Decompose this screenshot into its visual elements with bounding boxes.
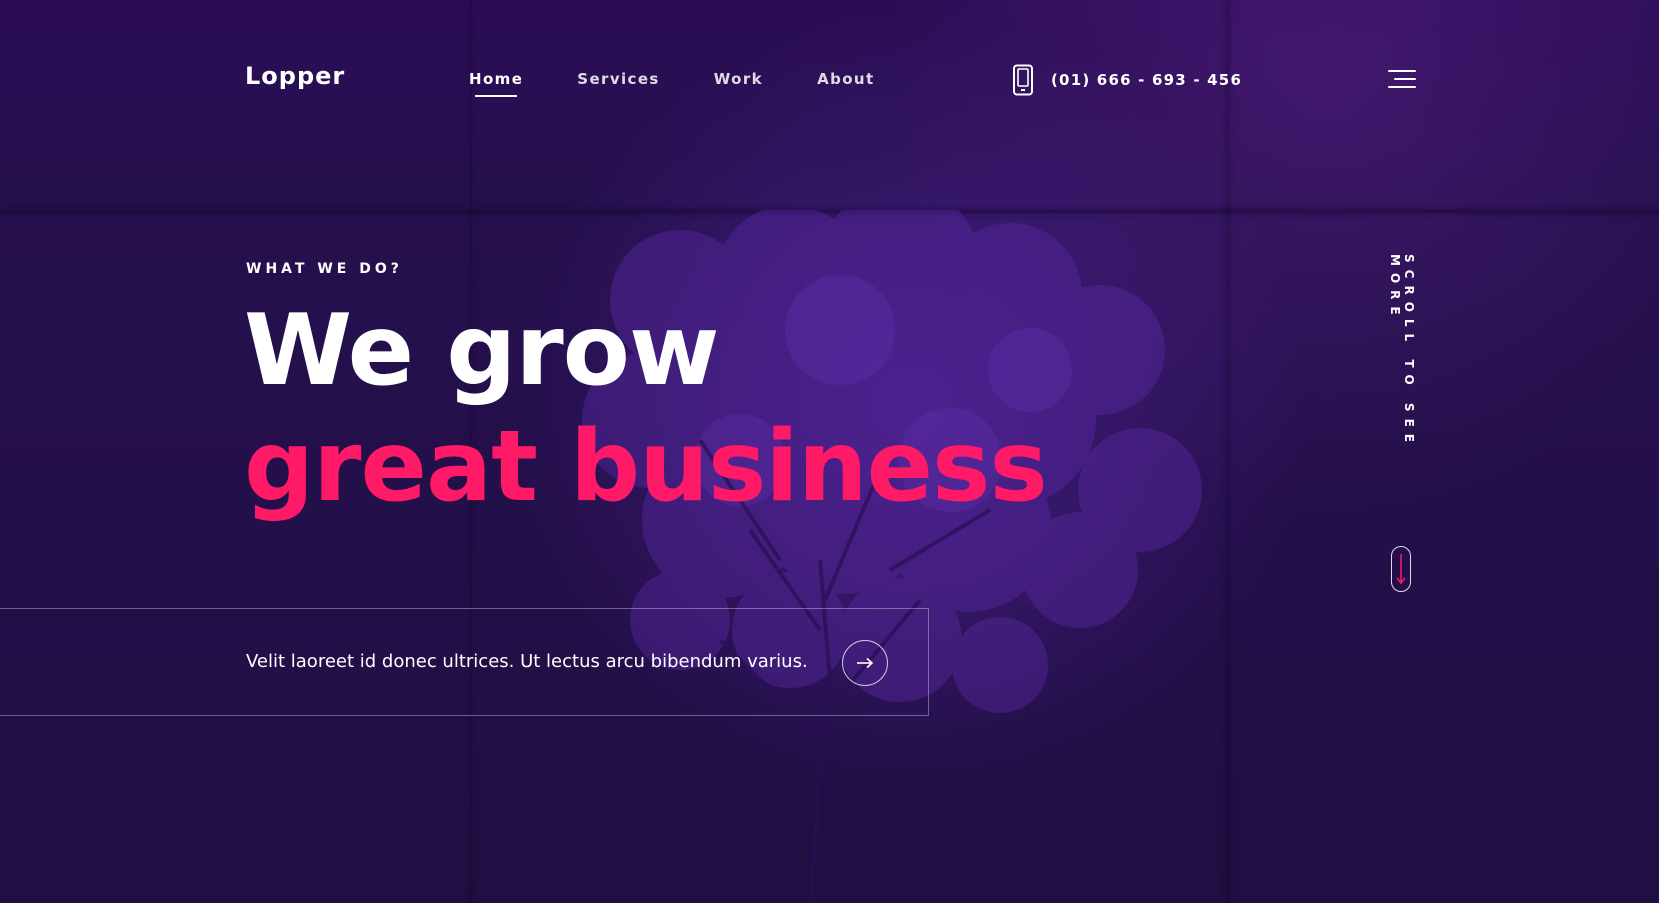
hero-eyebrow: WHAT WE DO?	[246, 261, 403, 277]
scroll-label[interactable]: SCROLL TO SEE MORE	[1388, 254, 1416, 514]
menu-line	[1388, 70, 1416, 72]
nav-item-services[interactable]: Services	[577, 70, 660, 88]
phone-number[interactable]: (01) 666 - 693 - 456	[1051, 71, 1242, 89]
hamburger-menu-icon[interactable]	[1388, 70, 1416, 90]
phone-icon	[1013, 64, 1033, 96]
nav-item-home[interactable]: Home	[469, 70, 523, 97]
arrow-right-icon	[857, 657, 874, 669]
nav-item-work[interactable]: Work	[714, 70, 763, 88]
menu-line	[1388, 86, 1416, 88]
logo[interactable]: Lopper	[245, 62, 345, 90]
scroll-down-button[interactable]	[1391, 546, 1411, 592]
scroll-down-arrow-icon	[1396, 554, 1406, 585]
hero-description: Velit laoreet id donec ultrices. Ut lect…	[246, 651, 808, 672]
menu-line	[1394, 78, 1416, 80]
hero-headline-line-2: great business	[244, 410, 1048, 524]
nav-item-about[interactable]: About	[817, 70, 875, 88]
arrow-right-button[interactable]	[842, 640, 888, 686]
hero-page: Lopper Home Services Work About (01) 666…	[0, 0, 1659, 903]
hero-headline-line-1: We grow	[244, 294, 720, 408]
main-navigation: Home Services Work About	[469, 70, 875, 97]
phone-contact[interactable]: (01) 666 - 693 - 456	[1011, 64, 1242, 96]
